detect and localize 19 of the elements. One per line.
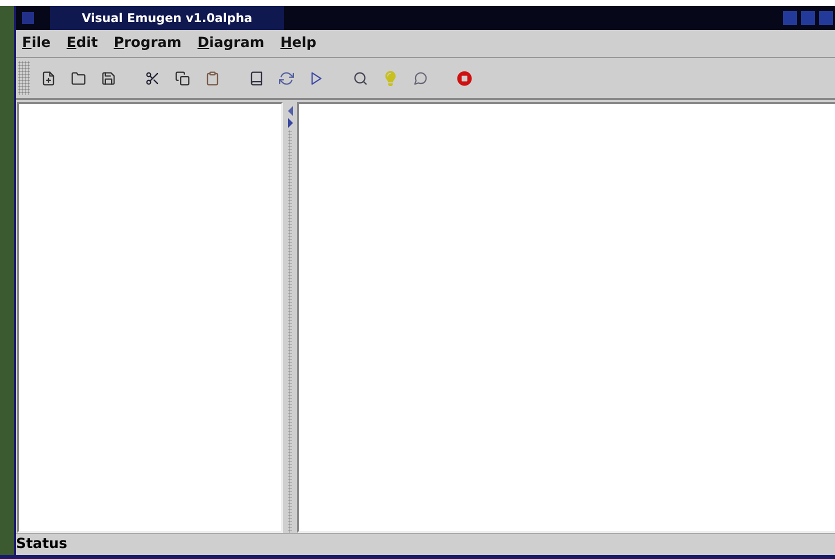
- save-icon[interactable]: [100, 70, 116, 86]
- search-icon[interactable]: [352, 70, 368, 86]
- window-title: Visual Emugen v1.0alpha: [50, 6, 284, 30]
- clipboard-icon[interactable]: [204, 70, 220, 86]
- status-text: Status: [16, 535, 68, 554]
- book-icon[interactable]: [248, 70, 264, 86]
- menu-item[interactable]: Program: [114, 33, 182, 54]
- speech-bubble-icon[interactable]: [412, 70, 428, 86]
- menu-item[interactable]: Help: [280, 33, 316, 54]
- toolbar-grip[interactable]: [18, 61, 30, 95]
- menu-item[interactable]: Edit: [66, 33, 98, 54]
- menu-item[interactable]: Diagram: [198, 33, 264, 54]
- refresh-icon[interactable]: [278, 70, 294, 86]
- menu-item[interactable]: File: [22, 33, 51, 54]
- scissors-icon[interactable]: [144, 70, 160, 86]
- stop-icon[interactable]: [456, 70, 472, 86]
- folder-icon[interactable]: [70, 70, 86, 86]
- new-file-icon[interactable]: [40, 70, 56, 86]
- copy-icon[interactable]: [174, 70, 190, 86]
